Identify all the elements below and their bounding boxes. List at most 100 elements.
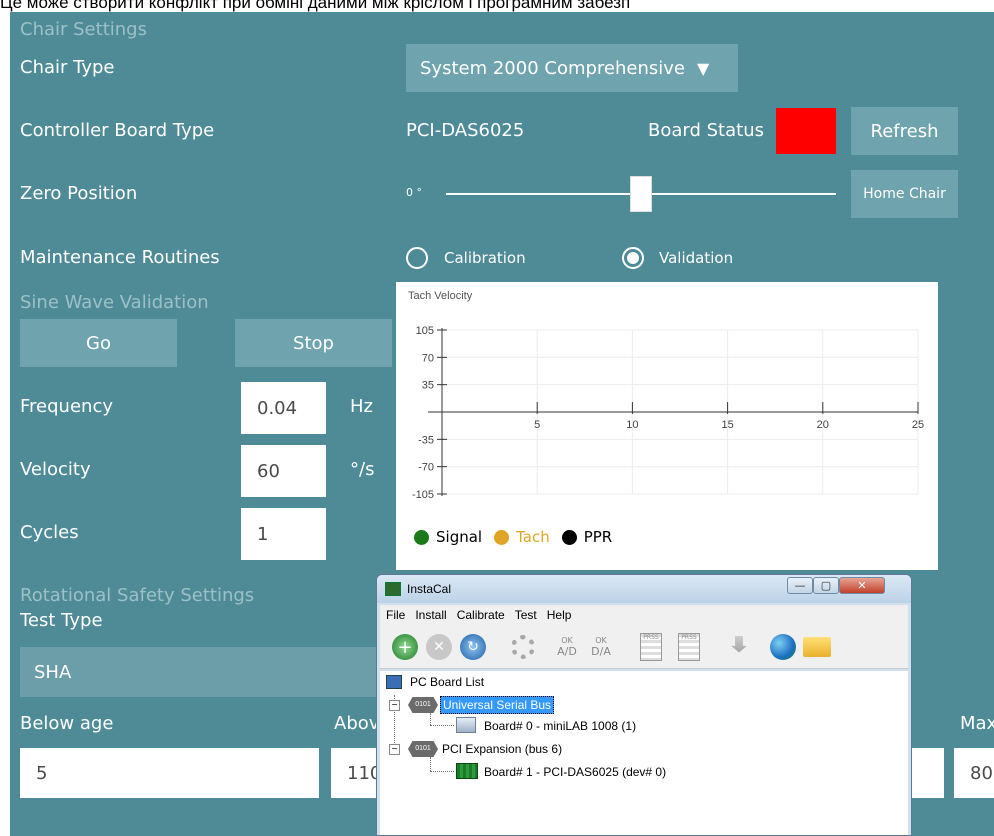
chart-svg: Tach Velocity 105 70 35 -35 -70 -105 5 10 15 20 25 <box>408 290 924 501</box>
menu-calibrate[interactable]: Calibrate <box>457 608 505 622</box>
test-type-dropdown[interactable]: SHA <box>20 647 400 697</box>
home-chair-button[interactable]: Home Chair <box>851 170 958 218</box>
board-status-label: Board Status <box>648 120 764 141</box>
usb-board-label[interactable]: Board# 0 - miniLAB 1008 (1) <box>484 719 636 733</box>
instacal-toolbar: + ✕ ↻ OK A/D OK D/A PRSS PRSS <box>380 625 908 669</box>
board-tree: PC Board List − 0101 Universal Serial Bu… <box>380 671 908 835</box>
instacal-window: InstaCal — ▢ ✕ File Install Calibrate Te… <box>376 574 912 836</box>
remove-board-icon[interactable]: ✕ <box>424 632 454 662</box>
max-label: Max <box>960 713 994 734</box>
cycles-input[interactable]: 1 <box>241 508 326 560</box>
add-board-icon[interactable]: + <box>390 632 420 662</box>
controller-board-label: Controller Board Type <box>20 120 215 141</box>
slider-thumb[interactable] <box>630 176 652 212</box>
instacal-menubar: File Install Calibrate Test Help <box>380 605 908 625</box>
chart-legend: Signal Tach PPR <box>414 528 612 546</box>
dropdown-triangle-icon: ▼ <box>697 58 710 78</box>
tach-velocity-chart: Tach Velocity 105 70 35 -35 -70 -105 5 10 15 20 25 … <box>396 282 938 570</box>
y-tick-label: -35 <box>418 434 434 446</box>
rotational-safety-title: Rotational Safety Settings <box>20 585 255 606</box>
chair-type-label: Chair Type <box>20 57 115 78</box>
collapse-pci-icon[interactable]: − <box>389 744 400 755</box>
test-type-label: Test Type <box>20 610 103 631</box>
y-tick-label: 70 <box>422 352 434 364</box>
zero-position-value: 0 ° <box>406 186 422 199</box>
sine-wave-title: Sine Wave Validation <box>20 292 209 313</box>
download-icon[interactable] <box>724 632 754 662</box>
minimize-button[interactable]: — <box>787 577 813 594</box>
pc-board-list-label: PC Board List <box>410 675 485 689</box>
go-button[interactable]: Go <box>20 319 177 367</box>
max-input[interactable]: 80 <box>954 748 994 798</box>
da-test-icon[interactable]: OK D/A <box>586 632 616 662</box>
table-test-icon-1[interactable]: PRSS <box>636 632 666 662</box>
maintenance-routines-label: Maintenance Routines <box>20 247 220 268</box>
table-test-icon-2[interactable]: PRSS <box>674 632 704 662</box>
velocity-input[interactable]: 60 <box>241 445 326 497</box>
bus-chip-icon: 0101 <box>408 697 438 713</box>
chart-title: Tach Velocity <box>408 290 473 302</box>
collapse-usb-icon[interactable]: − <box>389 700 400 711</box>
globe-icon[interactable] <box>768 632 798 662</box>
pci-board-label[interactable]: Board# 1 - PCI-DAS6025 (dev# 0) <box>484 765 666 779</box>
menu-file[interactable]: File <box>386 608 405 622</box>
legend-tach-label: Tach <box>516 528 550 546</box>
chair-settings-title: Chair Settings <box>20 19 147 40</box>
x-tick-label: 20 <box>817 419 829 431</box>
controller-board-value: PCI-DAS6025 <box>406 120 525 141</box>
below-age-input[interactable]: 5 <box>20 748 319 798</box>
tree-line-usb <box>430 713 431 725</box>
menu-install[interactable]: Install <box>415 608 446 622</box>
usb-bus-label[interactable]: Universal Serial Bus <box>440 696 555 714</box>
x-tick-label: 10 <box>626 419 638 431</box>
cycles-label: Cycles <box>20 522 79 543</box>
usb-device-icon <box>456 717 476 733</box>
computer-icon <box>386 675 402 689</box>
close-button[interactable]: ✕ <box>839 577 885 594</box>
y-tick-label: 105 <box>416 325 434 337</box>
instacal-title: InstaCal <box>407 582 452 596</box>
velocity-label: Velocity <box>20 459 91 480</box>
legend-ppr-label: PPR <box>583 528 613 546</box>
frequency-label: Frequency <box>20 396 113 417</box>
caption-text: Це може створити конфлікт при обміні дан… <box>0 0 994 12</box>
properties-gear-icon[interactable] <box>508 632 538 662</box>
pci-card-icon <box>456 763 478 779</box>
chair-type-value: System 2000 Comprehensive <box>420 57 685 79</box>
chair-type-dropdown[interactable]: System 2000 Comprehensive ▼ <box>406 44 738 92</box>
legend-signal-label: Signal <box>436 528 483 546</box>
tree-line-pci <box>430 757 431 771</box>
x-tick-label: 5 <box>534 419 540 431</box>
pci-bus-label[interactable]: PCI Expansion (bus 6) <box>442 742 562 756</box>
x-tick-label: 25 <box>912 419 924 431</box>
frequency-input[interactable]: 0.04 <box>241 382 326 434</box>
menu-help[interactable]: Help <box>547 608 572 622</box>
y-tick-label: 35 <box>422 380 434 392</box>
radio-selected-dot <box>627 252 639 264</box>
below-age-label: Below age <box>20 713 114 734</box>
tree-branch-usb <box>430 725 454 726</box>
validation-radio-label: Validation <box>659 249 734 267</box>
refresh-board-icon[interactable]: ↻ <box>458 632 488 662</box>
legend-tach-dot <box>494 529 510 545</box>
zero-position-slider[interactable] <box>446 176 836 212</box>
instacal-titlebar: InstaCal — ▢ ✕ <box>377 575 911 603</box>
calibration-radio[interactable] <box>406 247 428 269</box>
stop-button[interactable]: Stop <box>235 319 392 367</box>
y-tick-label: -70 <box>418 462 434 474</box>
refresh-button[interactable]: Refresh <box>851 107 958 155</box>
x-tick-label: 15 <box>721 419 733 431</box>
ad-test-icon[interactable]: OK A/D <box>552 632 582 662</box>
velocity-unit: °/s <box>350 459 375 480</box>
legend-ppr-dot <box>561 529 577 545</box>
zero-position-label: Zero Position <box>20 183 138 204</box>
instacal-app-icon <box>385 582 401 596</box>
bus-chip-icon: 0101 <box>408 741 438 757</box>
maximize-button[interactable]: ▢ <box>813 577 839 594</box>
legend-signal-dot <box>414 529 429 545</box>
calibration-radio-label: Calibration <box>444 249 526 267</box>
validation-radio[interactable] <box>622 247 644 269</box>
menu-test[interactable]: Test <box>515 608 537 622</box>
folder-icon[interactable] <box>802 632 832 662</box>
y-tick-label: -105 <box>412 489 434 501</box>
